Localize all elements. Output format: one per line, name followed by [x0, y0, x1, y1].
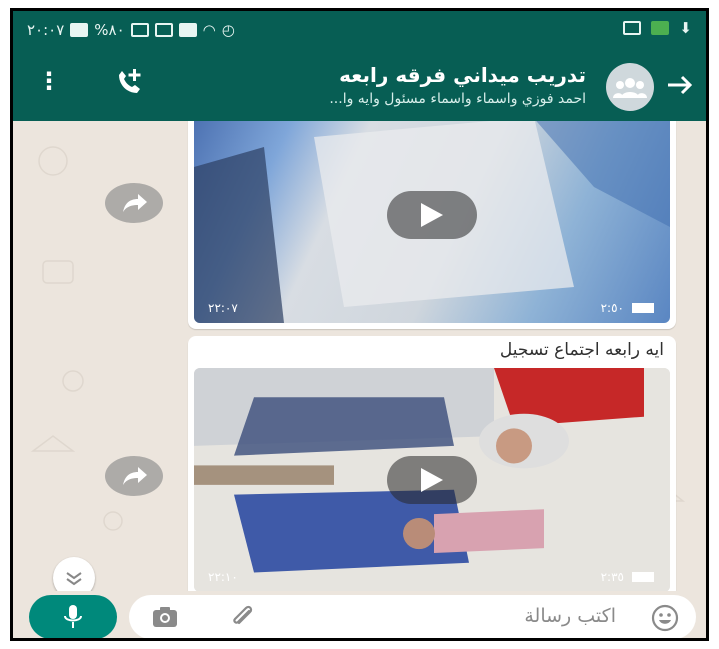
mic-button[interactable] [29, 595, 117, 638]
status-right: ⬇ [623, 19, 692, 37]
play-icon [421, 203, 443, 227]
message-input[interactable]: اكتب رسالة [129, 595, 696, 638]
more-vert-icon[interactable]: ⋮ [37, 69, 61, 93]
chat-header: ⋮ تدريب ميداني فرقه رابعه احمد فوزي واسم… [13, 51, 706, 121]
signal-icon [154, 23, 173, 37]
wifi-icon: ◠ [202, 21, 216, 39]
back-arrow-icon[interactable] [664, 69, 696, 101]
group-avatar-icon[interactable] [606, 63, 654, 111]
status-bar: ٢٠:٠٧ %٨٠ ◠ ◴ ⬇ [13, 11, 706, 51]
video-message[interactable]: ايه رابعه اجتماع تسجيل ٢:٣٥ ٢٢:١٠ [188, 336, 676, 591]
scroll-down-icon [66, 572, 82, 586]
video-thumbnail[interactable]: ٢:٥٠ ٢٢:٠٧ [194, 121, 670, 323]
play-button[interactable] [387, 191, 477, 239]
message-time: ٢٢:٠٧ [208, 301, 238, 315]
scroll-down-button[interactable] [53, 557, 95, 591]
forward-button[interactable] [105, 183, 163, 223]
duration-text: ٢:٣٥ [600, 570, 624, 584]
chat-area[interactable]: ٢:٥٠ ٢٢:٠٧ ايه رابعه اجتماع تسجيل ٢:٣٥ ٢… [13, 121, 706, 591]
message-placeholder: اكتب رسالة [524, 605, 616, 627]
play-icon [421, 468, 443, 492]
sim-icon [130, 23, 149, 37]
mic-icon [64, 605, 82, 628]
duration-text: ٢:٥٠ [600, 301, 624, 315]
forward-icon [123, 194, 147, 212]
video-duration: ٢:٥٠ [601, 301, 654, 315]
forward-icon [123, 467, 147, 485]
chat-title: تدريب ميداني فرقه رابعه [339, 63, 586, 87]
battery-level: %٨٠ [94, 21, 125, 39]
forward-button[interactable] [105, 456, 163, 496]
camera-icon[interactable] [151, 605, 179, 629]
composer: اكتب رسالة [13, 591, 706, 638]
battery-icon [70, 23, 89, 37]
alarm-icon: ◴ [221, 21, 235, 39]
message-caption: ايه رابعه اجتماع تسجيل [499, 340, 664, 360]
status-time: ٢٠:٠٧ [27, 21, 65, 39]
chat-title-block[interactable]: تدريب ميداني فرقه رابعه احمد فوزي واسماء… [329, 63, 586, 107]
usb-icon: ⬇ [679, 19, 692, 37]
gallery-icon [623, 21, 642, 35]
play-button[interactable] [387, 456, 477, 504]
video-camera-icon [632, 303, 654, 313]
emoji-icon[interactable] [650, 603, 680, 633]
add-call-icon[interactable] [109, 63, 149, 103]
video-duration: ٢:٣٥ [601, 570, 654, 584]
status-left: ٢٠:٠٧ %٨٠ ◠ ◴ [27, 21, 235, 39]
app-icon [651, 21, 670, 35]
video-message[interactable]: ٢:٥٠ ٢٢:٠٧ [188, 121, 676, 329]
video-camera-icon [632, 572, 654, 582]
attach-icon[interactable] [229, 603, 257, 631]
message-time: ٢٢:١٠ [208, 570, 238, 584]
chat-participants: احمد فوزي واسماء واسماء مسئول وايه وا... [329, 91, 586, 107]
phone-screen: ٢٠:٠٧ %٨٠ ◠ ◴ ⬇ ⋮ تدريب ميداني فرقه رابع… [10, 8, 709, 641]
video-thumbnail[interactable]: ٢:٣٥ ٢٢:١٠ [194, 368, 670, 591]
notification-icon [178, 23, 197, 37]
